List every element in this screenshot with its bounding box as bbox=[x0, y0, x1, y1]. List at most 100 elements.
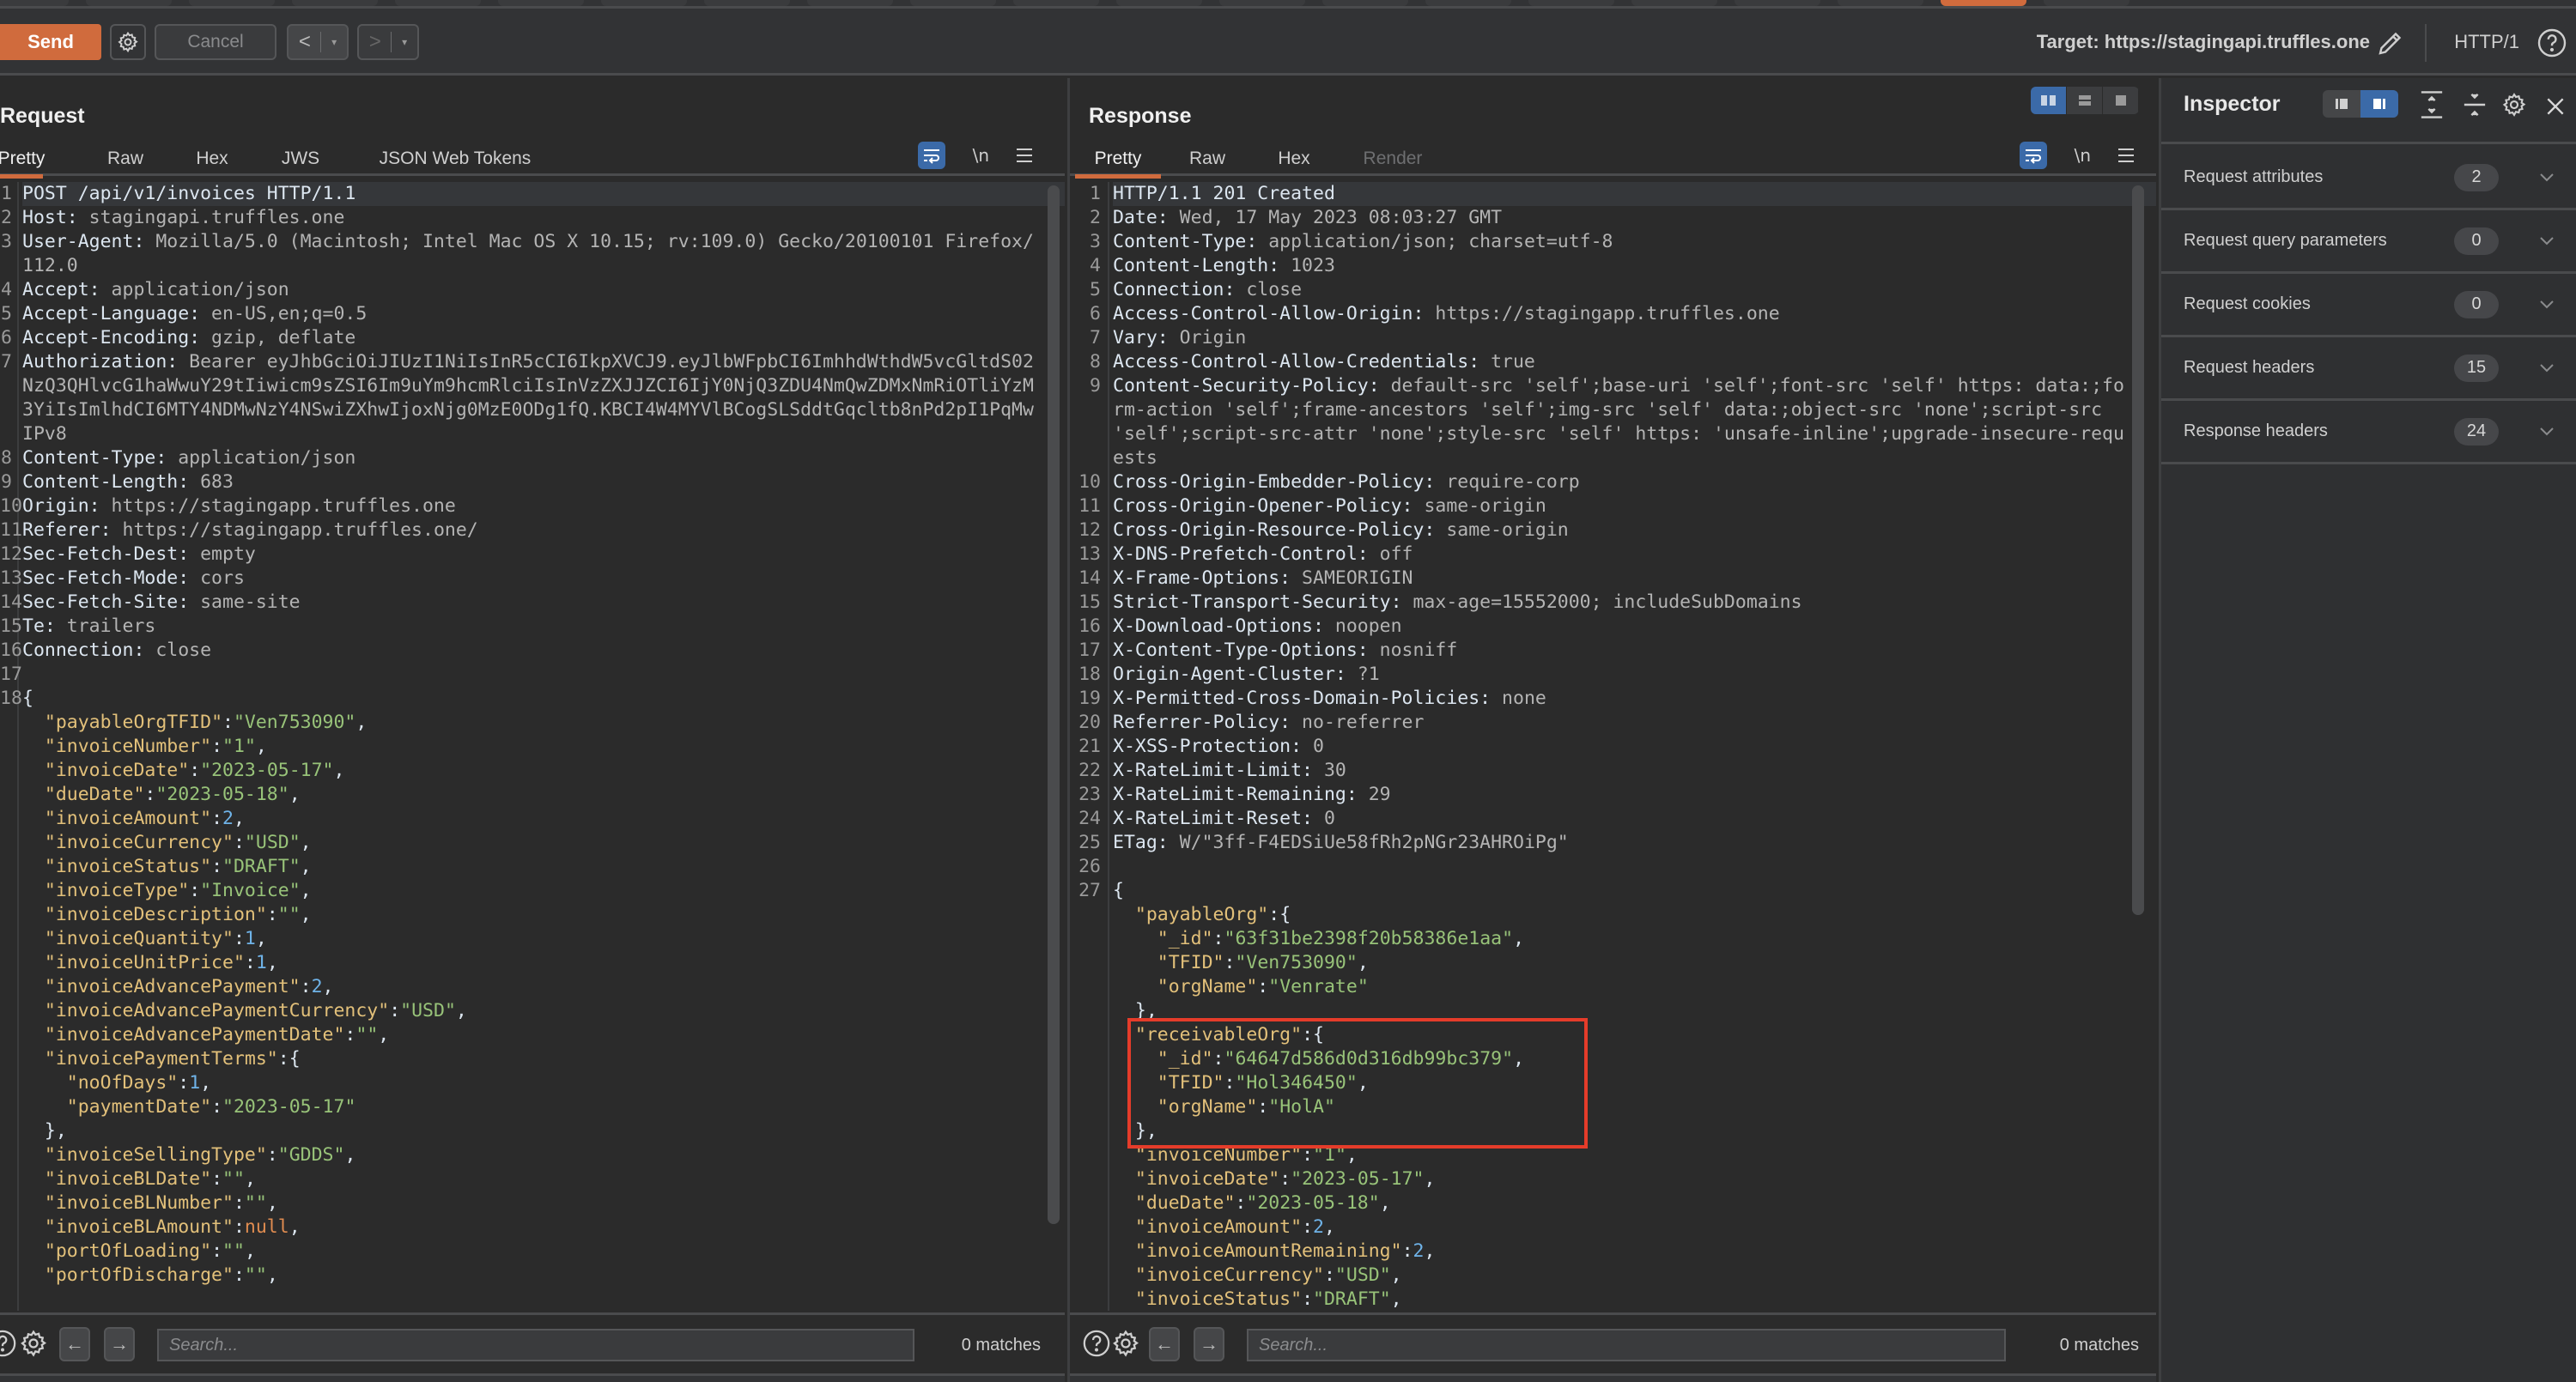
dropdown-icon[interactable]: ▾ bbox=[402, 36, 407, 48]
json-comma: , bbox=[233, 808, 245, 829]
scroll-thumb[interactable] bbox=[2132, 185, 2144, 915]
repeater-tab[interactable] bbox=[189, 0, 275, 6]
response-search-input[interactable] bbox=[1247, 1329, 2006, 1361]
show-newlines-toggle[interactable]: \n bbox=[973, 145, 989, 166]
repeater-tab[interactable] bbox=[2044, 0, 2129, 6]
repeater-tab[interactable] bbox=[1735, 0, 1820, 6]
repeater-tab[interactable] bbox=[1116, 0, 1202, 6]
dock-left-button[interactable] bbox=[2323, 90, 2360, 118]
repeater-tab[interactable] bbox=[86, 0, 172, 6]
send-button[interactable]: Send bbox=[0, 24, 101, 60]
json-quote: " bbox=[1246, 1192, 1258, 1214]
layout-side-by-side-button[interactable] bbox=[2031, 87, 2067, 114]
repeater-tab[interactable] bbox=[0, 0, 69, 6]
collapse-all-icon[interactable] bbox=[2462, 90, 2488, 119]
line-number bbox=[1070, 1288, 1101, 1311]
chevron-down-icon[interactable] bbox=[2538, 172, 2555, 184]
line-number bbox=[0, 927, 12, 951]
menu-icon[interactable] bbox=[2118, 149, 2134, 162]
tab-json-web-tokens[interactable]: JSON Web Tokens bbox=[369, 142, 541, 176]
line-content: Content-Security-Policy: default-src 'se… bbox=[1113, 374, 2156, 470]
tab-render[interactable]: Render bbox=[1358, 142, 1427, 176]
previous-match-button[interactable]: ← bbox=[1149, 1327, 1180, 1361]
json-quote: " bbox=[222, 736, 234, 757]
expand-all-icon[interactable] bbox=[2419, 90, 2445, 119]
tab-pretty[interactable]: Pretty bbox=[1075, 142, 1161, 179]
tab-hex[interactable]: Hex bbox=[191, 142, 234, 176]
scroll-thumb[interactable] bbox=[1048, 185, 1060, 1224]
chevron-down-icon[interactable] bbox=[2538, 235, 2555, 247]
repeater-tab[interactable] bbox=[1425, 0, 1511, 6]
gear-icon[interactable] bbox=[2501, 90, 2527, 119]
help-icon[interactable] bbox=[0, 1329, 17, 1358]
line-content: Referer: https://stagingapp.truffles.one… bbox=[22, 518, 1065, 542]
previous-match-button[interactable]: ← bbox=[59, 1327, 90, 1361]
line-number: 3 bbox=[1, 231, 12, 252]
tab-raw[interactable]: Raw bbox=[1185, 142, 1230, 176]
header-name: Cross-Origin-Resource-Policy: bbox=[1113, 519, 1436, 541]
send-settings-button[interactable] bbox=[110, 24, 146, 60]
chevron-down-icon[interactable] bbox=[2538, 299, 2555, 311]
json-quote: " bbox=[1157, 928, 1169, 949]
repeater-tab[interactable] bbox=[1941, 0, 2026, 6]
inspector-section[interactable]: Request attributes 2 bbox=[2161, 147, 2576, 210]
line-content: Content-Length: 1023 bbox=[1113, 254, 2156, 278]
repeater-tab[interactable] bbox=[910, 0, 996, 6]
show-newlines-toggle[interactable]: \n bbox=[2075, 145, 2091, 166]
forward-button[interactable]: > ▾ bbox=[357, 24, 419, 60]
repeater-tab[interactable] bbox=[292, 0, 378, 6]
json-quote: " bbox=[1157, 952, 1169, 973]
chevron-down-icon[interactable] bbox=[2538, 426, 2555, 438]
dropdown-icon[interactable]: ▾ bbox=[331, 36, 337, 48]
repeater-tab[interactable] bbox=[498, 0, 584, 6]
line-content: "dueDate":"2023-05-18", bbox=[1113, 1191, 2156, 1215]
next-match-button[interactable]: → bbox=[104, 1327, 135, 1361]
tab-pretty[interactable]: Pretty bbox=[0, 142, 45, 179]
help-icon[interactable] bbox=[1082, 1329, 1111, 1358]
inspector-section[interactable]: Request headers 15 bbox=[2161, 337, 2576, 401]
inspector-section[interactable]: Request cookies 0 bbox=[2161, 274, 2576, 337]
repeater-tab[interactable] bbox=[395, 0, 481, 6]
repeater-tab[interactable] bbox=[1631, 0, 1717, 6]
word-wrap-toggle[interactable] bbox=[2019, 142, 2047, 169]
repeater-tab[interactable] bbox=[1219, 0, 1305, 6]
request-search-input[interactable] bbox=[157, 1329, 914, 1361]
repeater-tab[interactable] bbox=[704, 0, 790, 6]
word-wrap-toggle[interactable] bbox=[917, 142, 945, 169]
repeater-tab[interactable] bbox=[807, 0, 893, 6]
cancel-button[interactable]: Cancel bbox=[155, 24, 276, 60]
gear-icon[interactable] bbox=[1111, 1329, 1140, 1358]
json-line: "TFID":"Ven753090", bbox=[1070, 951, 2156, 975]
request-editor[interactable]: 1 POST /api/v1/invoices HTTP/1.1 2 Host: st… bbox=[0, 182, 1065, 1311]
line-content: "invoiceAmount":2, bbox=[1113, 1215, 2156, 1240]
repeater-tab[interactable] bbox=[601, 0, 687, 6]
count-badge: 0 bbox=[2454, 290, 2499, 318]
response-scrollbar[interactable] bbox=[2132, 185, 2144, 915]
json-key: _id bbox=[1168, 928, 1202, 949]
close-icon[interactable] bbox=[2544, 92, 2567, 121]
repeater-tab[interactable] bbox=[1322, 0, 1408, 6]
tab-hex[interactable]: Hex bbox=[1273, 142, 1315, 176]
menu-icon[interactable] bbox=[1017, 149, 1032, 162]
line-number: 5 bbox=[1090, 279, 1101, 300]
pencil-icon[interactable] bbox=[2375, 27, 2406, 58]
repeater-tab[interactable] bbox=[1528, 0, 1614, 6]
json-key: invoiceQuantity bbox=[55, 928, 223, 949]
dock-right-button[interactable] bbox=[2360, 90, 2398, 118]
line-number: 11 bbox=[0, 519, 22, 541]
help-icon[interactable] bbox=[2537, 27, 2567, 58]
inspector-section[interactable]: Response headers 24 bbox=[2161, 401, 2576, 464]
tab-raw[interactable]: Raw bbox=[103, 142, 148, 176]
request-scrollbar[interactable] bbox=[1048, 185, 1060, 1224]
tab-jws[interactable]: JWS bbox=[275, 142, 326, 176]
gear-icon[interactable] bbox=[19, 1329, 48, 1358]
layout-stacked-button[interactable] bbox=[2067, 87, 2103, 114]
next-match-button[interactable]: → bbox=[1194, 1327, 1224, 1361]
back-button[interactable]: < ▾ bbox=[287, 24, 349, 60]
http-version-toggle[interactable]: HTTP/1 bbox=[2454, 17, 2519, 67]
chevron-down-icon[interactable] bbox=[2538, 362, 2555, 374]
layout-single-button[interactable] bbox=[2103, 87, 2139, 114]
repeater-tab[interactable] bbox=[1013, 0, 1099, 6]
repeater-tab[interactable] bbox=[1838, 0, 1923, 6]
inspector-section[interactable]: Request query parameters 0 bbox=[2161, 210, 2576, 274]
